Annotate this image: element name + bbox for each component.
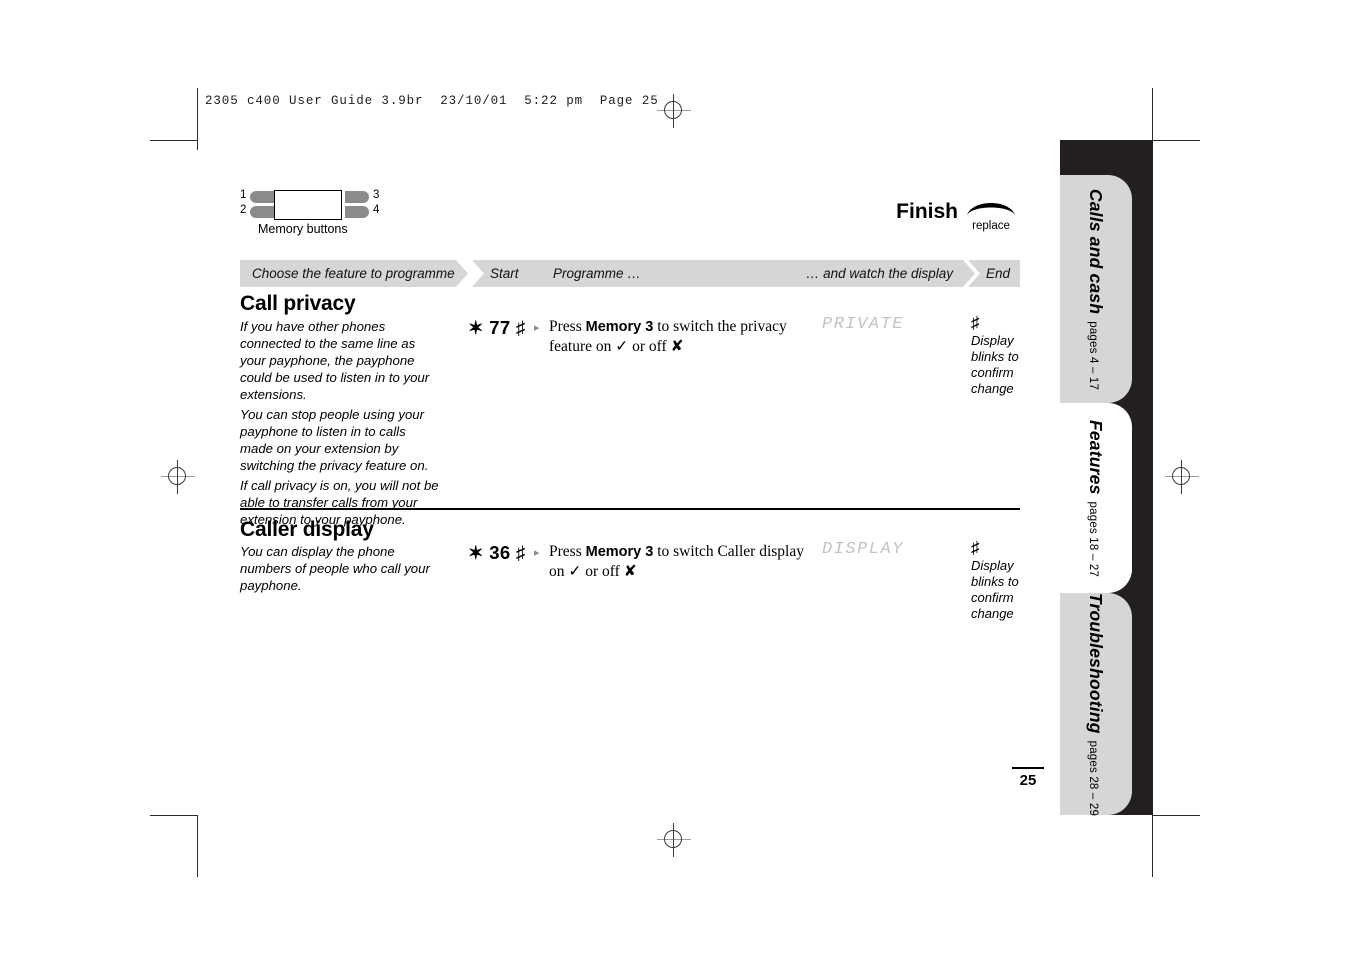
lcd-display-display: DISPLAY: [822, 540, 904, 559]
crop-mark-top-right-horizontal: [1152, 140, 1200, 141]
feature-code-call-privacy: ✶ 77 ♯: [468, 317, 526, 338]
section-title-call-privacy: Call privacy: [240, 292, 356, 315]
banner-step-start: Start: [472, 260, 550, 287]
instruction-key: Memory 3: [585, 544, 654, 560]
instruction-prefix: Press: [549, 318, 586, 335]
end-hash-symbol: ♯: [971, 538, 980, 557]
memory-key-2-icon: [250, 206, 274, 218]
memory-button-label-2: 2: [240, 204, 247, 216]
instruction-prefix: Press: [549, 543, 586, 560]
crop-mark-bottom-right-horizontal: [1152, 815, 1200, 816]
description-paragraph: You can display the phone numbers of peo…: [240, 544, 430, 593]
crop-mark-top-left-horizontal: [150, 140, 197, 141]
memory-key-3-icon: [345, 191, 369, 203]
tab-pages: pages 18 – 27: [1087, 501, 1100, 577]
sidebar-tab-calls-and-cash[interactable]: Calls and cash pages 4 – 17: [1060, 175, 1132, 403]
section-title-caller-display: Caller display: [240, 518, 374, 541]
print-slug: 2305 c400 User Guide 3.9br 23/10/01 5:22…: [205, 94, 659, 108]
bullet-arrow-icon: ▸: [534, 322, 540, 334]
banner-step-choose: Choose the feature to programme: [240, 260, 468, 287]
end-column-caller-display: ♯ Display blinks to confirm change: [971, 539, 1031, 622]
end-note: Display blinks to confirm change: [971, 558, 1019, 621]
registration-mark-left: [161, 460, 195, 494]
section-divider: [240, 508, 1020, 510]
description-paragraph: If you have other phones connected to th…: [240, 319, 430, 402]
banner-programme-label: Programme …: [553, 266, 641, 281]
memory-buttons-diagram: 1 2 3 4 Memory buttons: [240, 189, 385, 238]
sidebar-tab-features[interactable]: Features pages 18 – 27: [1060, 403, 1132, 593]
section-description-caller-display: You can display the phone numbers of peo…: [240, 543, 440, 597]
end-note: Display blinks to confirm change: [971, 333, 1019, 396]
memory-key-4-icon: [345, 206, 369, 218]
memory-key-1-icon: [250, 191, 274, 203]
end-column-call-privacy: ♯ Display blinks to confirm change: [971, 314, 1031, 397]
registration-mark-top: [657, 94, 691, 128]
page-number: 25: [1010, 767, 1046, 789]
feature-code-caller-display: ✶ 36 ♯: [468, 542, 526, 563]
handset-replace-icon: [967, 203, 1015, 215]
page-canvas: 2305 c400 User Guide 3.9br 23/10/01 5:22…: [0, 0, 1351, 954]
lcd-display-private: PRIVATE: [822, 315, 904, 334]
memory-button-label-1: 1: [240, 189, 247, 201]
tab-title: Calls and cash: [1086, 188, 1107, 314]
tab-pages: pages 28 – 29: [1087, 740, 1100, 816]
banner-step-end: End: [968, 260, 1020, 287]
banner-watch-label: … and watch the display: [805, 266, 953, 281]
finish-label: Finish: [896, 200, 958, 223]
end-hash-symbol: ♯: [971, 313, 980, 332]
programming-steps-banner: Choose the feature to programme Start Pr…: [240, 260, 1020, 287]
crop-mark-bottom-left-vertical: [197, 815, 198, 877]
page-number-rule: [1012, 767, 1044, 769]
instruction-caller-display: Press Memory 3 to switch Caller display …: [549, 542, 807, 581]
registration-mark-bottom: [657, 823, 691, 857]
description-paragraph: You can stop people using your payphone …: [240, 407, 429, 473]
tab-title: Troubleshooting: [1086, 592, 1107, 734]
memory-button-label-4: 4: [373, 204, 380, 216]
memory-buttons-caption: Memory buttons: [258, 222, 348, 236]
payphone-body-outline: [274, 190, 342, 220]
replace-label: replace: [972, 220, 1010, 232]
sidebar-tab-troubleshooting[interactable]: Troubleshooting pages 28 – 29: [1060, 592, 1132, 816]
tab-pages: pages 4 – 17: [1087, 320, 1100, 390]
section-description-call-privacy: If you have other phones connected to th…: [240, 318, 440, 531]
instruction-key: Memory 3: [585, 319, 654, 335]
crop-mark-bottom-left-horizontal: [150, 815, 197, 816]
banner-step-programme: Programme … … and watch the display: [535, 260, 975, 287]
tab-title: Features: [1086, 419, 1107, 495]
crop-mark-bottom-right-vertical: [1152, 815, 1153, 877]
bullet-arrow-icon: ▸: [534, 547, 540, 559]
memory-button-label-3: 3: [373, 189, 380, 201]
instruction-call-privacy: Press Memory 3 to switch the privacy fea…: [549, 317, 807, 356]
finish-group: Finish replace: [880, 195, 1020, 245]
registration-mark-right: [1165, 460, 1199, 494]
crop-mark-top-left-vertical: [197, 88, 198, 150]
